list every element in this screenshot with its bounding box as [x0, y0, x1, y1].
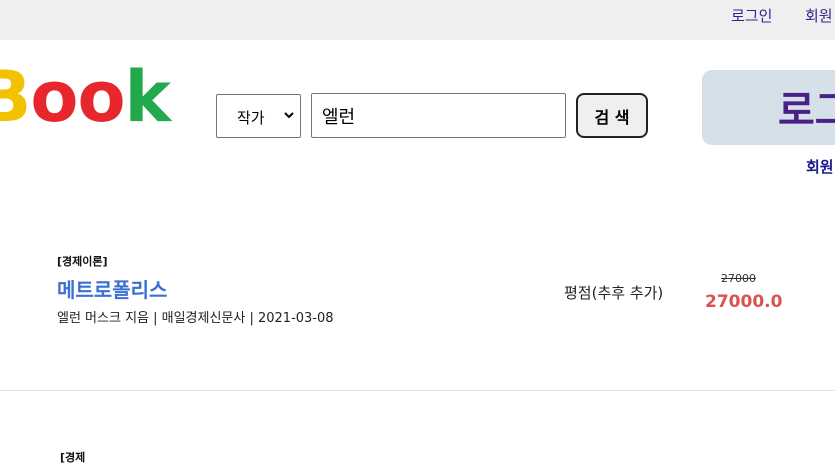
join-link-secondary[interactable]: 회원	[806, 156, 834, 177]
next-book-category: [경제	[60, 451, 86, 464]
search-button[interactable]: 검 색	[576, 93, 648, 138]
book-list-item: [경제이론] 메트로폴리스 엘런 머스크 지음 | 매일경제신문사 | 2021…	[0, 240, 835, 391]
login-panel: 로그	[702, 70, 835, 145]
join-link[interactable]: 회원	[805, 5, 833, 26]
search-type-value: 작가	[237, 109, 265, 127]
login-panel-button[interactable]: 로그	[778, 78, 835, 136]
top-bar: 로그인 회원	[0, 0, 835, 40]
site-logo[interactable]: Book	[0, 62, 171, 132]
search-input[interactable]	[311, 93, 566, 138]
book-rating: 평점(추후 추가)	[564, 284, 664, 302]
search-type-select[interactable]: 작가	[216, 94, 301, 138]
chevron-down-icon	[284, 112, 294, 119]
book-meta: 엘런 머스크 지음 | 매일경제신문사 | 2021-03-08	[57, 311, 334, 326]
original-price: 27000	[721, 272, 756, 285]
sale-price: 27000.0	[705, 292, 783, 312]
book-category: [경제이론]	[57, 255, 108, 268]
book-title-link[interactable]: 메트로폴리스	[57, 274, 167, 303]
logo-letter-o2: o	[77, 56, 125, 138]
logo-letter-b: B	[0, 56, 31, 138]
logo-letter-k: k	[124, 56, 172, 138]
logo-letter-o1: o	[30, 56, 78, 138]
login-link[interactable]: 로그인	[731, 5, 772, 26]
